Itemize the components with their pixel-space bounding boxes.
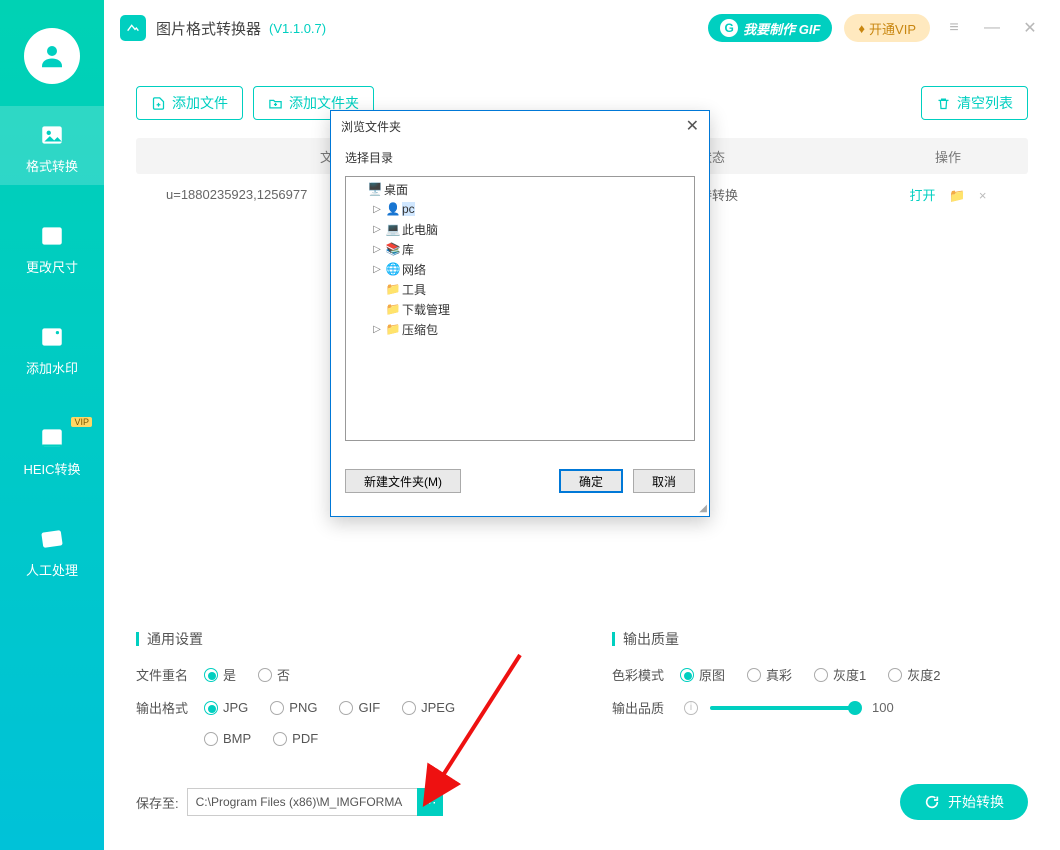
tree-item[interactable]: ▷📚库: [348, 239, 692, 259]
resize-grip-icon[interactable]: ◢: [331, 503, 709, 516]
tree-item[interactable]: ▷📁压缩包: [348, 319, 692, 339]
settings-panel: 通用设置 文件重名 是 否 输出格式 JPG PNG GIF JPEG BMP …: [136, 629, 1028, 760]
remove-row-button[interactable]: ×: [979, 188, 987, 203]
rename-label: 文件重名: [136, 665, 204, 684]
radio-color-true[interactable]: 真彩: [747, 665, 792, 684]
dialog-close-button[interactable]: ✕: [686, 116, 699, 136]
col-action: 操作: [868, 147, 1028, 166]
add-file-button[interactable]: 添加文件: [136, 86, 243, 120]
resize-icon: [37, 221, 67, 251]
tree-item[interactable]: ▷👤pc: [348, 199, 692, 219]
tree-item[interactable]: 🖥️桌面: [348, 179, 692, 199]
browse-button[interactable]: ⋯: [417, 788, 443, 816]
heic-icon: [37, 423, 67, 453]
radio-bmp[interactable]: BMP: [204, 731, 251, 746]
diamond-icon: ♦: [858, 21, 865, 36]
bottom-bar: 保存至: ⋯ 开始转换: [136, 784, 1028, 820]
quality-slider[interactable]: [710, 706, 860, 710]
quality-label: 输出品质: [612, 698, 680, 717]
cell-actions: 打开 📁 ×: [868, 185, 1028, 204]
sidebar-item-format[interactable]: 格式转换: [0, 106, 104, 185]
header: 图片格式转换器 (V1.1.0.7) G我要制作 GIF ♦开通VIP ≡ — …: [104, 0, 1060, 56]
radio-gif[interactable]: GIF: [339, 700, 380, 715]
dialog-title: 浏览文件夹: [341, 118, 401, 135]
radio-color-gray1[interactable]: 灰度1: [814, 665, 866, 684]
info-icon[interactable]: i: [684, 701, 698, 715]
folder-tree[interactable]: 🖥️桌面▷👤pc▷💻此电脑▷📚库▷🌐网络📁工具📁下载管理▷📁压缩包: [345, 176, 695, 441]
format-label: 输出格式: [136, 698, 204, 717]
new-folder-button[interactable]: 新建文件夹(M): [345, 469, 461, 493]
sidebar-item-label: 更改尺寸: [0, 257, 104, 276]
save-to-label: 保存至:: [136, 793, 179, 812]
browse-folder-dialog: 浏览文件夹 ✕ 选择目录 🖥️桌面▷👤pc▷💻此电脑▷📚库▷🌐网络📁工具📁下载管…: [330, 110, 710, 517]
image-icon: [37, 120, 67, 150]
vip-badge: VIP: [71, 417, 92, 427]
color-label: 色彩模式: [612, 665, 680, 684]
radio-rename-yes[interactable]: 是: [204, 665, 236, 684]
app-title: 图片格式转换器: [156, 18, 261, 39]
quality-value: 100: [872, 700, 894, 715]
sidebar-item-label: HEIC转换: [0, 459, 104, 478]
sidebar-item-label: 格式转换: [0, 156, 104, 175]
watermark-icon: [37, 322, 67, 352]
tree-item[interactable]: ▷💻此电脑: [348, 219, 692, 239]
general-settings-title: 通用设置: [136, 629, 552, 649]
menu-button[interactable]: ≡: [940, 14, 968, 42]
tree-item[interactable]: ▷🌐网络: [348, 259, 692, 279]
save-path-input[interactable]: [187, 788, 417, 816]
start-convert-button[interactable]: 开始转换: [900, 784, 1028, 820]
manual-icon: [37, 524, 67, 554]
cancel-button[interactable]: 取消: [633, 469, 695, 493]
open-link[interactable]: 打开: [909, 188, 935, 203]
sidebar-item-watermark[interactable]: 添加水印: [0, 308, 104, 387]
ok-button[interactable]: 确定: [559, 469, 623, 493]
tree-item[interactable]: 📁工具: [348, 279, 692, 299]
open-folder-icon[interactable]: 📁: [949, 188, 965, 203]
radio-color-gray2[interactable]: 灰度2: [888, 665, 940, 684]
make-gif-button[interactable]: G我要制作 GIF: [708, 14, 832, 42]
avatar[interactable]: [24, 28, 80, 84]
dialog-subtitle: 选择目录: [345, 145, 695, 166]
sidebar-item-label: 添加水印: [0, 358, 104, 377]
radio-rename-no[interactable]: 否: [258, 665, 290, 684]
radio-png[interactable]: PNG: [270, 700, 317, 715]
radio-pdf[interactable]: PDF: [273, 731, 318, 746]
sidebar-item-heic[interactable]: VIP HEIC转换: [0, 409, 104, 488]
app-version: (V1.1.0.7): [269, 21, 326, 36]
sidebar-item-label: 人工处理: [0, 560, 104, 579]
tree-item[interactable]: 📁下载管理: [348, 299, 692, 319]
sidebar: 格式转换 更改尺寸 添加水印 VIP HEIC转换 人工处理: [0, 0, 104, 850]
radio-jpg[interactable]: JPG: [204, 700, 248, 715]
vip-button[interactable]: ♦开通VIP: [844, 14, 930, 42]
radio-jpeg[interactable]: JPEG: [402, 700, 455, 715]
close-button[interactable]: ✕: [1016, 14, 1044, 42]
quality-settings-title: 输出质量: [612, 629, 1028, 649]
minimize-button[interactable]: —: [978, 14, 1006, 42]
sidebar-item-manual[interactable]: 人工处理: [0, 510, 104, 589]
radio-color-original[interactable]: 原图: [680, 665, 725, 684]
sidebar-item-resize[interactable]: 更改尺寸: [0, 207, 104, 286]
app-logo-icon: [120, 15, 146, 41]
clear-list-button[interactable]: 清空列表: [921, 86, 1028, 120]
